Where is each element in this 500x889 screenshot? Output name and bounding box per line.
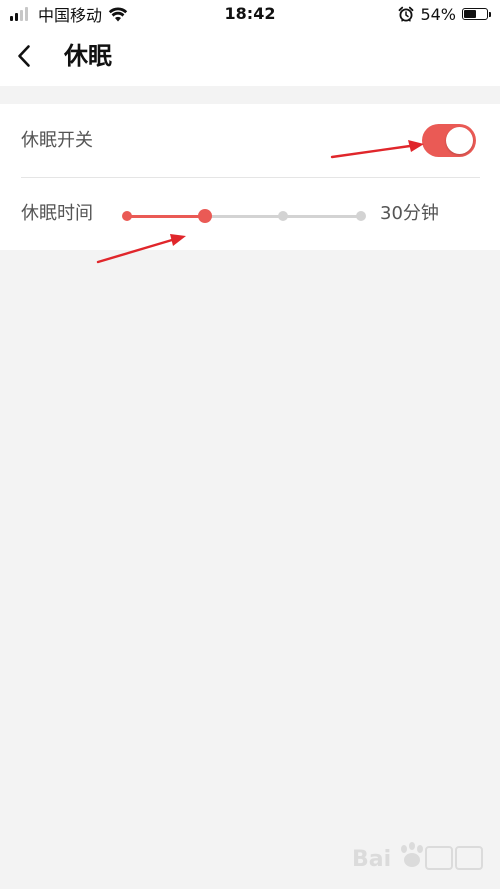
battery-icon <box>462 8 491 20</box>
nav-header: 休眠 <box>0 28 500 86</box>
sleep-switch-label: 休眠开关 <box>21 130 93 151</box>
status-bar: 中国移动 18:42 54% <box>0 0 500 28</box>
slider-step-dot[interactable] <box>356 211 366 221</box>
sleep-time-row: 休眠时间 30分钟 <box>0 178 500 251</box>
sleep-time-label: 休眠时间 <box>21 203 93 224</box>
battery-fill <box>464 10 476 18</box>
sleep-switch-row: 休眠开关 <box>0 104 500 177</box>
chevron-left-icon <box>18 45 30 67</box>
slider-thumb[interactable] <box>198 209 212 223</box>
baidu-jingyan-logo: Bai <box>352 842 483 872</box>
sleep-time-slider[interactable] <box>118 204 368 228</box>
sleep-switch-toggle[interactable] <box>422 124 476 157</box>
battery-percent: 54% <box>420 4 456 24</box>
slider-fill <box>127 214 205 218</box>
sleep-time-value: 30分钟 <box>380 203 439 224</box>
status-bar-right: 54% <box>398 4 491 24</box>
back-button[interactable] <box>10 40 38 72</box>
alarm-icon <box>399 6 414 22</box>
slider-step-dot[interactable] <box>122 211 132 221</box>
page-title: 休眠 <box>64 42 112 70</box>
toggle-knob <box>446 127 473 154</box>
svg-text:Bai: Bai <box>352 847 391 872</box>
slider-step-dot[interactable] <box>278 211 288 221</box>
settings-card: 休眠开关 休眠时间 30分钟 <box>0 104 500 250</box>
